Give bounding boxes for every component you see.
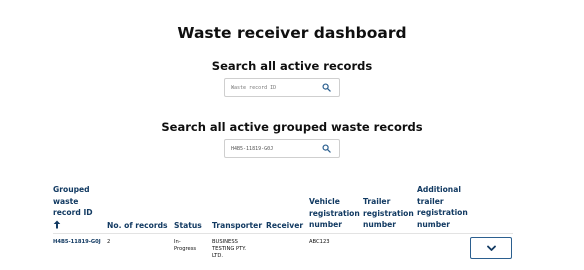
search-icon[interactable]	[322, 83, 331, 92]
header-trailer-registration[interactable]: Trailer registration number	[363, 196, 414, 231]
header-additional-trailer-registration[interactable]: Additional trailer registration number	[417, 184, 468, 230]
cell-vehicle-registration: ABC123	[309, 239, 330, 245]
arrow-up-icon[interactable]	[53, 220, 61, 229]
search-records-box	[224, 78, 340, 97]
search-grouped-box	[224, 139, 340, 158]
chevron-down-icon	[487, 245, 496, 251]
header-grouped-record-id[interactable]: Grouped waste record ID	[53, 184, 93, 229]
header-transporter[interactable]: Transporter	[212, 220, 262, 232]
cell-transporter: BUSINESS TESTING PTY. LTD.	[212, 239, 247, 259]
search-records-heading: Search all active records	[211, 59, 373, 73]
cell-status: In- Progress	[174, 239, 197, 252]
header-receiver[interactable]: Receiver	[266, 220, 303, 232]
cell-grouped-record-id[interactable]: H4B5-11819-G0J	[53, 239, 101, 246]
waste-record-id-input[interactable]	[225, 79, 325, 96]
header-status[interactable]: Status	[174, 220, 202, 232]
search-grouped-heading: Search all active grouped waste records	[161, 120, 423, 134]
header-no-of-records[interactable]: No. of records	[107, 220, 168, 232]
grouped-record-id-input[interactable]	[225, 140, 325, 157]
search-icon[interactable]	[322, 144, 331, 153]
page-title: Waste receiver dashboard	[177, 24, 407, 42]
header-vehicle-registration[interactable]: Vehicle registration number	[309, 196, 360, 231]
table-divider	[53, 233, 513, 234]
expand-row-button[interactable]	[470, 237, 512, 259]
cell-no-of-records: 2	[107, 239, 111, 245]
